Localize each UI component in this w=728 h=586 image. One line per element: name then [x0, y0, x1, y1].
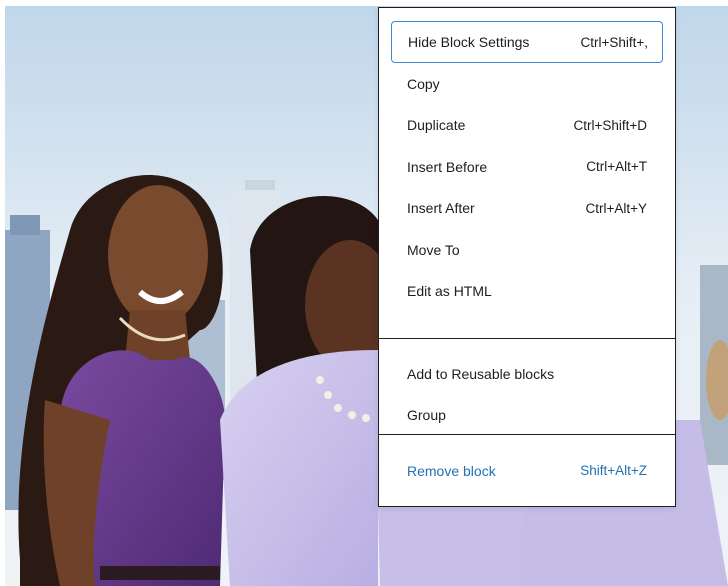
- insert-after-item[interactable]: Insert After Ctrl+Alt+Y: [379, 188, 675, 230]
- duplicate-item[interactable]: Duplicate Ctrl+Shift+D: [379, 105, 675, 147]
- move-to-item[interactable]: Move To: [379, 229, 675, 271]
- menu-group-remove: Remove block Shift+Alt+Z: [379, 435, 675, 492]
- menu-item-label: Insert Before: [407, 158, 488, 175]
- remove-block-item[interactable]: Remove block Shift+Alt+Z: [379, 450, 675, 492]
- hide-block-settings-item[interactable]: Hide Block Settings Ctrl+Shift+,: [391, 21, 663, 63]
- menu-group-primary: Hide Block Settings Ctrl+Shift+, Copy Du…: [379, 21, 675, 338]
- menu-item-shortcut: Ctrl+Alt+Y: [585, 200, 647, 216]
- menu-group-reusable: Add to Reusable blocks Group: [379, 339, 675, 434]
- menu-item-label: Insert After: [407, 200, 475, 217]
- add-to-reusable-blocks-item[interactable]: Add to Reusable blocks: [379, 353, 675, 395]
- menu-item-label: Move To: [407, 241, 460, 258]
- menu-item-label: Hide Block Settings: [408, 34, 530, 50]
- copy-item[interactable]: Copy: [379, 63, 675, 105]
- menu-item-label: Edit as HTML: [407, 283, 492, 300]
- edit-as-html-item[interactable]: Edit as HTML: [379, 271, 675, 313]
- menu-item-label: Add to Reusable blocks: [407, 365, 555, 382]
- menu-item-shortcut: Ctrl+Alt+T: [586, 159, 647, 175]
- menu-item-label: Remove block: [407, 462, 496, 479]
- menu-item-label: Group: [407, 407, 446, 424]
- menu-item-shortcut: Shift+Alt+Z: [580, 463, 647, 479]
- menu-item-label: Copy: [407, 75, 440, 92]
- group-item[interactable]: Group: [379, 395, 675, 437]
- block-context-menu: Hide Block Settings Ctrl+Shift+, Copy Du…: [378, 7, 676, 507]
- menu-item-shortcut: Ctrl+Shift+D: [573, 117, 647, 133]
- menu-item-shortcut: Ctrl+Shift+,: [580, 34, 648, 50]
- menu-item-label: Duplicate: [407, 117, 466, 134]
- insert-before-item[interactable]: Insert Before Ctrl+Alt+T: [379, 146, 675, 188]
